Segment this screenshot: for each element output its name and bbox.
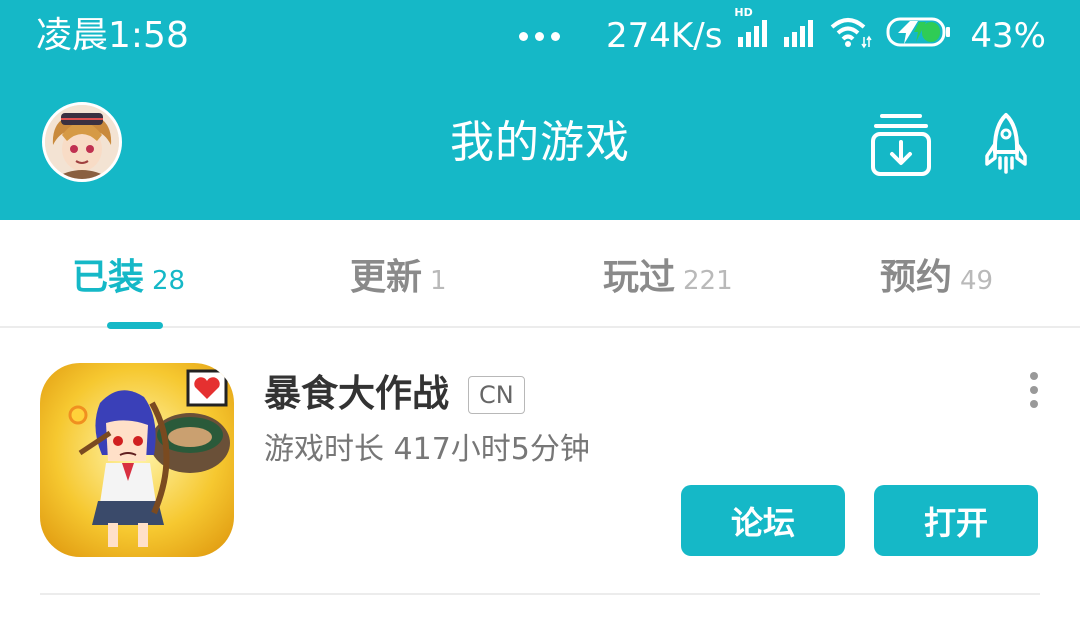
tab-label: 更新 (350, 257, 423, 298)
tab-label: 已装 (72, 257, 145, 298)
status-bar-right: 274K/s HD 43% (519, 6, 1046, 58)
net-speed: 274K/s (606, 16, 723, 56)
rocket-icon[interactable] (984, 112, 1028, 176)
more-dots-icon (519, 31, 561, 41)
app-header: 凌晨1:58 274K/s HD 43% 我的游戏 (0, 0, 1080, 220)
battery-percent: 43% (970, 16, 1046, 56)
tab-reserved[interactable]: 预约 49 (880, 248, 993, 298)
tab-count: 49 (960, 266, 994, 296)
active-tab-indicator (107, 322, 163, 329)
game-name: 暴食大作战 (264, 372, 449, 415)
divider (40, 593, 1040, 595)
signal-icon: HD (734, 6, 768, 56)
open-button[interactable]: 打开 (874, 485, 1038, 556)
status-time: 凌晨1:58 (36, 15, 189, 56)
wifi-icon (828, 15, 873, 58)
tab-installed[interactable]: 已装 28 (72, 248, 185, 298)
tab-count: 221 (683, 266, 733, 296)
list-item[interactable]: 暴食大作战 CN 游戏时长 417小时5分钟 论坛 打开 (0, 330, 1080, 598)
tab-played[interactable]: 玩过 221 (603, 248, 733, 298)
battery-charging-icon (886, 16, 952, 57)
tab-updates[interactable]: 更新 1 (350, 248, 447, 298)
hd-tag: HD (734, 6, 753, 19)
signal-icon (782, 16, 814, 56)
play-time: 游戏时长 417小时5分钟 (264, 432, 590, 467)
tab-count: 1 (430, 266, 447, 296)
download-manager-icon[interactable] (870, 112, 932, 176)
tab-count: 28 (152, 266, 186, 296)
tab-label: 玩过 (603, 257, 676, 298)
tab-bar: 已装 28 更新 1 玩过 221 预约 49 (0, 220, 1080, 329)
tab-label: 预约 (880, 257, 953, 298)
game-icon[interactable] (40, 363, 234, 557)
forum-button[interactable]: 论坛 (681, 485, 845, 556)
region-badge: CN (468, 376, 525, 414)
more-vertical-icon[interactable] (1024, 372, 1044, 408)
